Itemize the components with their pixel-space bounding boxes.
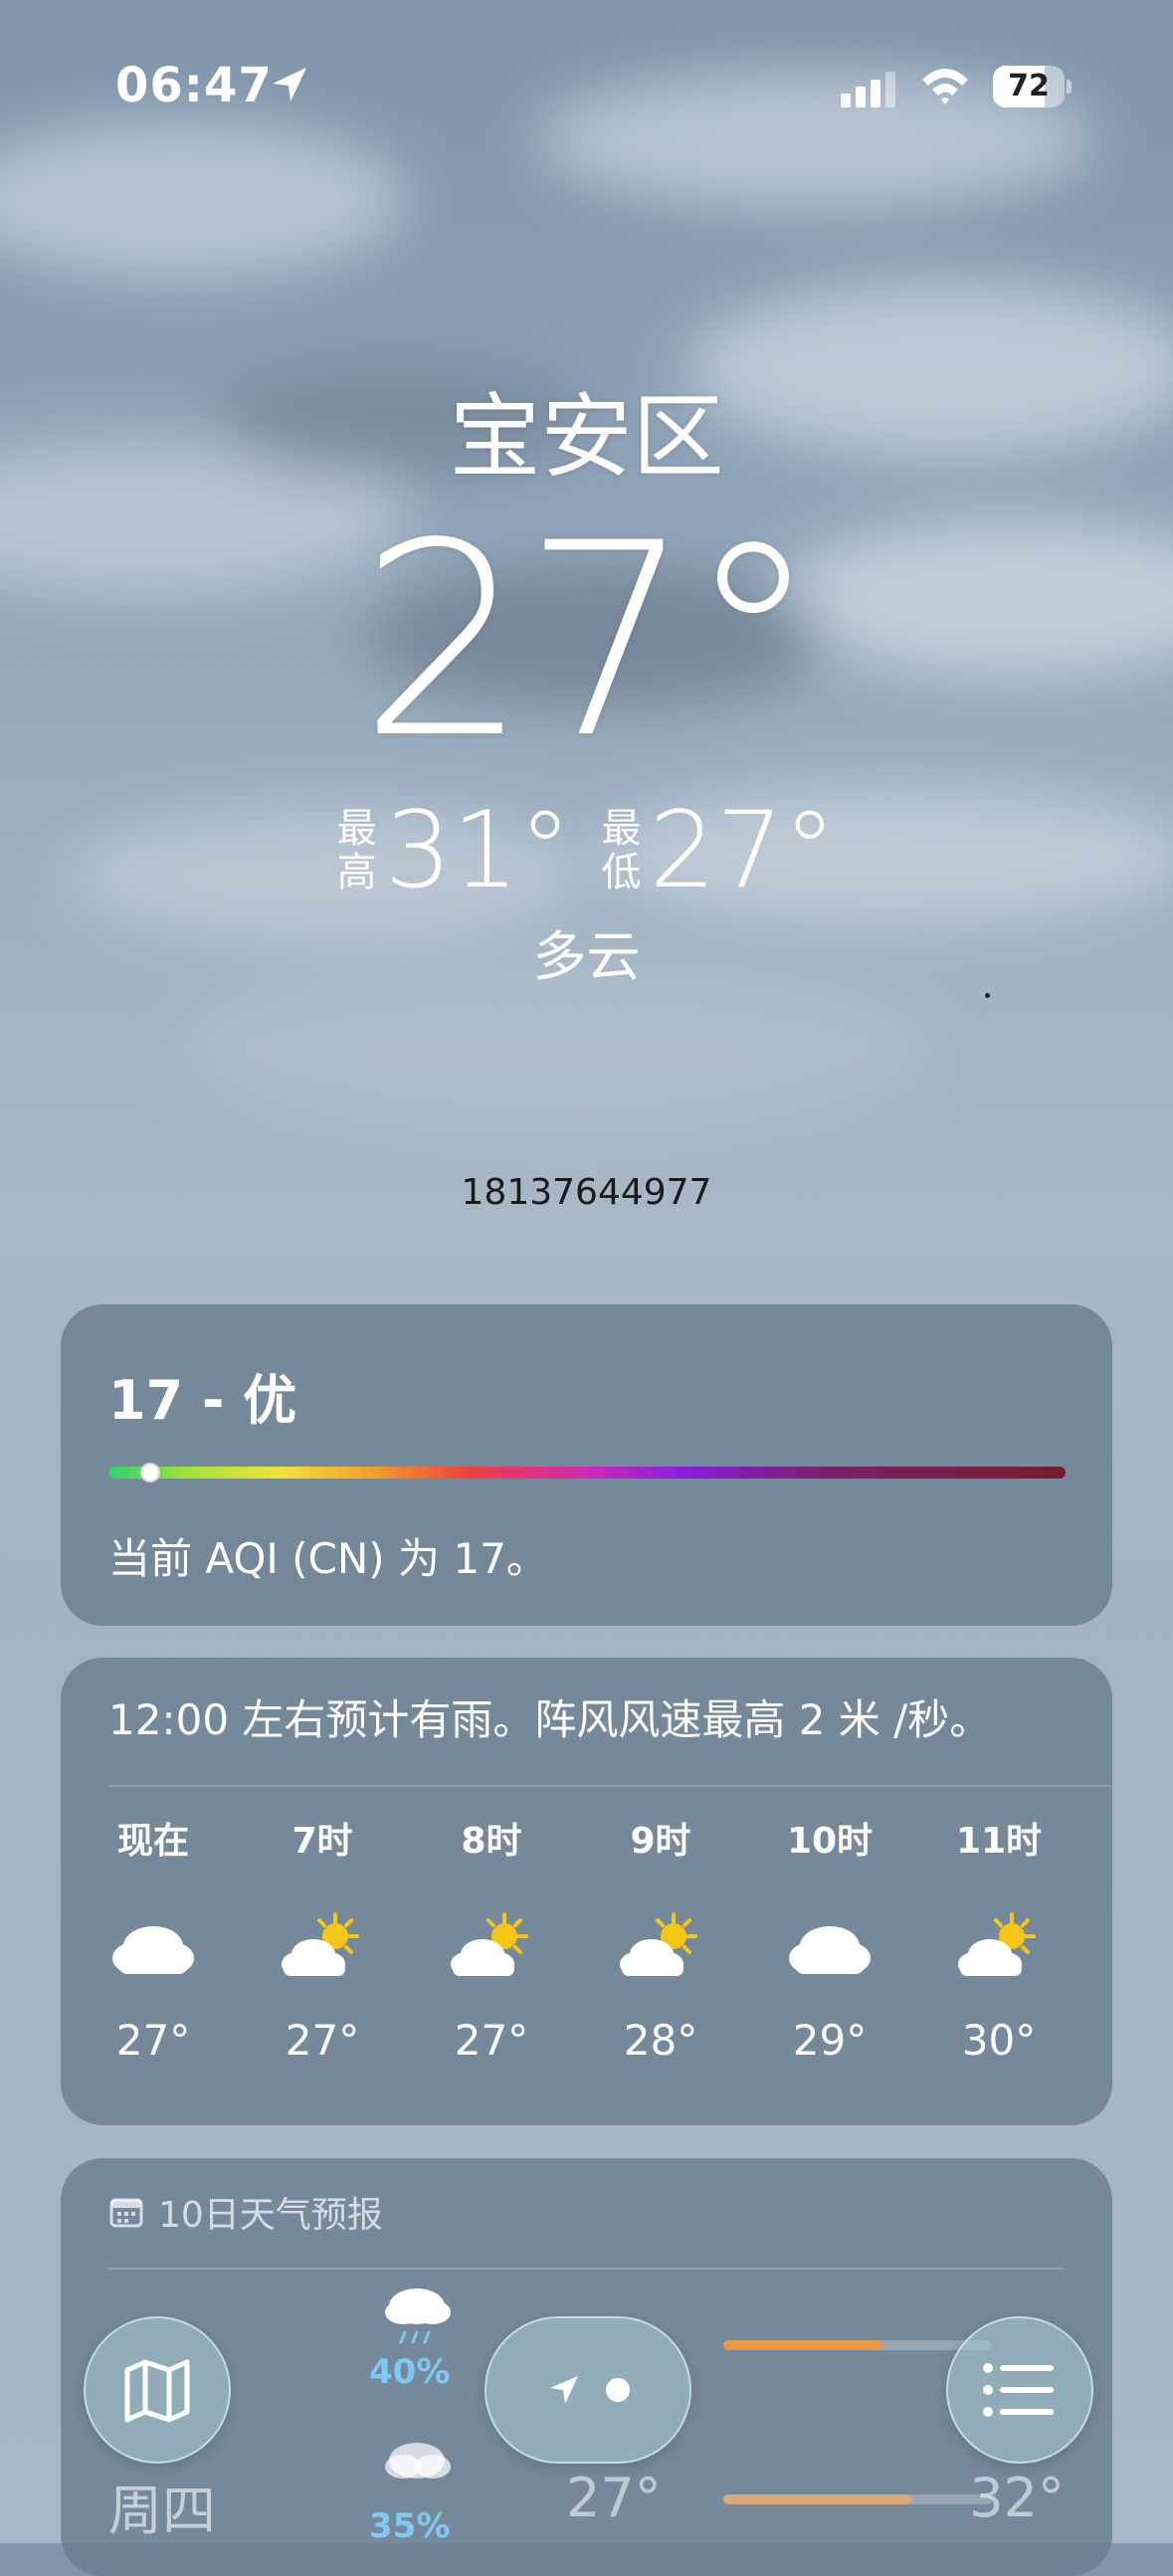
battery-icon: 72 bbox=[993, 66, 1072, 107]
stray-dot bbox=[985, 993, 990, 998]
location-pages-button[interactable] bbox=[485, 2316, 691, 2464]
hour-label: 9时 bbox=[630, 1821, 691, 1862]
hour-temperature: 28° bbox=[623, 2016, 698, 2065]
partly-sunny-icon bbox=[451, 1912, 528, 1976]
weather-condition: 多云 bbox=[532, 925, 641, 988]
low-temperature: 27° bbox=[649, 789, 837, 911]
battery-level: 72 bbox=[1008, 69, 1050, 103]
high-label: 最高 bbox=[336, 806, 377, 895]
hour-label: 7时 bbox=[292, 1821, 353, 1862]
ten-day-title: 10日天气预报 bbox=[158, 2195, 383, 2236]
wifi-icon bbox=[922, 69, 968, 104]
hour-label: 现在 bbox=[116, 1821, 189, 1862]
rain-cloud-icon bbox=[385, 2443, 451, 2478]
hour-temperature: 27° bbox=[285, 2016, 360, 2065]
high-low-temperatures: 最高 31° 最低 27° bbox=[0, 796, 1173, 905]
low-label: 最低 bbox=[601, 806, 642, 895]
city-list-button[interactable] bbox=[946, 2316, 1093, 2464]
calendar-icon bbox=[109, 2198, 143, 2228]
hour-temperature: 27° bbox=[115, 2016, 191, 2065]
rain-cloud-icon bbox=[385, 2288, 451, 2344]
list-icon bbox=[983, 2363, 1054, 2417]
forecast-day: 周四 bbox=[108, 2479, 216, 2542]
hour-label: 10时 bbox=[786, 1821, 874, 1862]
aqi-title: 17 - 优 bbox=[108, 1369, 297, 1432]
temperature-range-bar bbox=[723, 2340, 992, 2350]
status-bar: 06:47 72 bbox=[0, 0, 1173, 169]
cellular-signal-icon bbox=[841, 72, 895, 107]
hour-column: 现在 27° bbox=[69, 1817, 238, 2065]
status-time: 06:47 bbox=[115, 58, 273, 113]
current-temperature: 27° bbox=[358, 487, 820, 797]
aqi-description: 当前 AQI (CN) 为 17。 bbox=[108, 1534, 548, 1583]
partly-sunny-icon bbox=[958, 1912, 1036, 1976]
hour-temperature: 30° bbox=[961, 2016, 1037, 2065]
hourly-summary: 12:00 左右预计有雨。阵风风速最高 2 米 /秒。 bbox=[108, 1695, 992, 1744]
hour-column: 11时 30° bbox=[914, 1817, 1083, 2065]
location-arrow-icon bbox=[273, 68, 306, 101]
air-quality-card[interactable]: 17 - 优 当前 AQI (CN) 为 17。 bbox=[61, 1304, 1112, 1626]
partly-sunny-icon bbox=[620, 1912, 697, 1976]
map-icon bbox=[124, 2359, 190, 2423]
hour-label: 8时 bbox=[461, 1821, 522, 1862]
location-arrow-icon bbox=[550, 2376, 578, 2404]
hour-column: 9时 28° bbox=[576, 1817, 745, 2065]
hour-column: 10时 29° bbox=[745, 1817, 914, 2065]
hour-temperature: 29° bbox=[792, 2016, 868, 2065]
hour-column: 8时 27° bbox=[407, 1817, 576, 2065]
aqi-scale-bar bbox=[108, 1467, 1066, 1479]
forecast-high: 32° bbox=[969, 2467, 1065, 2529]
location-name: 宝安区 bbox=[449, 384, 724, 491]
ten-day-header: 10日天气预报 bbox=[108, 2186, 383, 2238]
cloud-icon bbox=[789, 1926, 871, 1974]
high-temperature: 31° bbox=[384, 789, 572, 911]
partly-sunny-icon bbox=[282, 1912, 359, 1976]
aqi-indicator bbox=[140, 1463, 160, 1483]
hour-column: 7时 27° bbox=[238, 1817, 407, 2065]
page-dot-icon bbox=[606, 2378, 630, 2402]
map-button[interactable] bbox=[84, 2316, 231, 2464]
precipitation-chance: 35% bbox=[369, 2506, 451, 2546]
hour-temperature: 27° bbox=[454, 2016, 529, 2065]
precipitation-chance: 40% bbox=[369, 2352, 451, 2392]
hour-label: 11时 bbox=[955, 1821, 1043, 1862]
overlay-number-text: 18137644977 bbox=[461, 1172, 712, 1213]
forecast-low: 27° bbox=[566, 2467, 662, 2529]
hourly-forecast-card[interactable]: 12:00 左右预计有雨。阵风风速最高 2 米 /秒。 现在 27° 7时 27° 8时… bbox=[61, 1658, 1112, 2125]
cloud-icon bbox=[112, 1926, 194, 1974]
temperature-range-bar bbox=[723, 2494, 992, 2504]
divider bbox=[108, 1785, 1112, 1787]
divider bbox=[108, 2268, 1065, 2270]
